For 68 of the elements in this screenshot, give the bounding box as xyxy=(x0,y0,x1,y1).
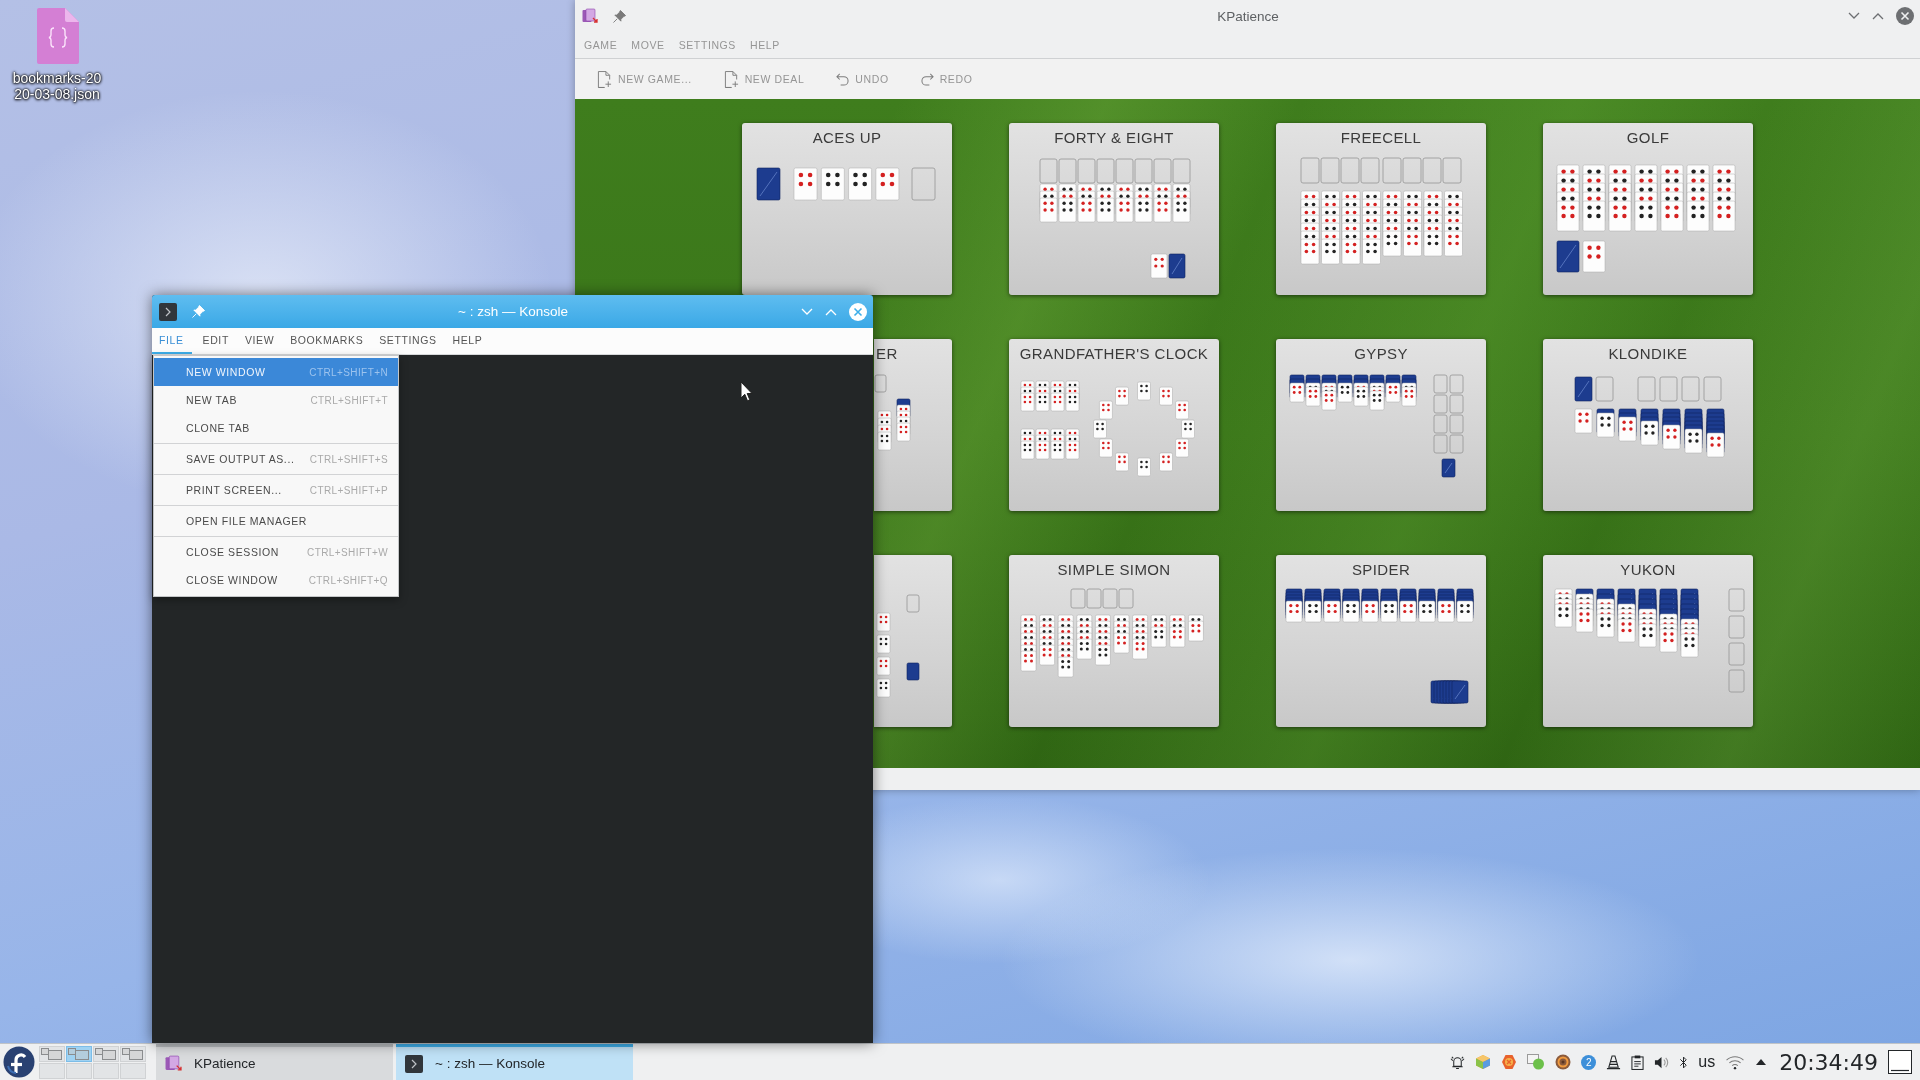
pin-icon[interactable] xyxy=(613,9,626,23)
keyboard-shortcut: CTRL+SHIFT+S xyxy=(309,453,388,465)
game-tile[interactable]: GRANDFATHER'S CLOCK xyxy=(1009,339,1219,511)
game-tile[interactable]: FREECELL xyxy=(1276,123,1486,295)
virtual-desktop[interactable] xyxy=(120,1045,146,1062)
menu-item[interactable]: VIEW xyxy=(236,328,283,354)
cards-app-icon[interactable] xyxy=(582,8,598,24)
menu-item[interactable]: NEW WINDOW CTRL+SHIFT+N xyxy=(154,358,398,386)
clock-time[interactable]: 20:34:49 xyxy=(1779,1049,1878,1075)
caret-up-icon[interactable] xyxy=(1755,1058,1768,1066)
menu-item[interactable]: PRINT SCREEN... CTRL+SHIFT+P xyxy=(154,476,398,504)
keyboard-layout[interactable]: us xyxy=(1698,1053,1716,1071)
new-document-icon xyxy=(723,70,739,88)
keyboard-shortcut: CTRL+SHIFT+T xyxy=(310,394,388,406)
bluetooth-icon[interactable] xyxy=(1679,1054,1689,1070)
hexagon-icon[interactable] xyxy=(1501,1054,1518,1070)
maximize-icon[interactable] xyxy=(1872,12,1884,20)
keyboard-shortcut: CTRL+SHIFT+P xyxy=(309,484,388,496)
virtual-desktop[interactable] xyxy=(66,1045,92,1062)
close-icon[interactable] xyxy=(849,302,867,321)
new-document-icon xyxy=(597,70,612,88)
redo-icon xyxy=(920,72,934,86)
close-icon[interactable] xyxy=(1896,7,1914,25)
cards-app-icon xyxy=(165,1055,182,1072)
menu-item[interactable]: SAVE OUTPUT AS... CTRL+SHIFT+S xyxy=(154,445,398,473)
menu-item[interactable]: OPEN FILE MANAGER xyxy=(154,507,398,535)
game-tile[interactable]: SPIDER xyxy=(1276,555,1486,727)
virtual-desktop[interactable] xyxy=(39,1045,65,1062)
window-title: ~ : zsh — Konsole xyxy=(458,304,568,319)
mouse-pointer-icon xyxy=(740,381,753,402)
menu-item[interactable]: NEW TAB CTRL+SHIFT+T xyxy=(154,386,398,414)
game-tile[interactable]: KLONDIKE xyxy=(1543,339,1753,511)
taskbar-task[interactable]: ~ : zsh — Konsole xyxy=(396,1044,633,1080)
traffic-cone-icon[interactable] xyxy=(1606,1054,1622,1070)
game-tile[interactable]: GOLF xyxy=(1543,123,1753,295)
terminal-icon xyxy=(405,1054,423,1073)
keyboard-shortcut: CTRL+SHIFT+Q xyxy=(308,574,388,586)
keyboard-shortcut: CTRL+SHIFT+W xyxy=(307,546,388,558)
launcher-logo-icon[interactable] xyxy=(3,1046,35,1078)
game-tile[interactable]: FORTY & EIGHT xyxy=(1009,123,1219,295)
game-tile[interactable]: GYPSY xyxy=(1276,339,1486,511)
game-tile[interactable]: ACES UP xyxy=(742,123,952,295)
show-desktop-icon[interactable] xyxy=(1888,1050,1912,1074)
bell-icon[interactable] xyxy=(1450,1054,1466,1070)
menu-item[interactable]: EDIT xyxy=(194,328,237,354)
package-icon[interactable] xyxy=(1475,1054,1492,1070)
keyboard-shortcut: CTRL+SHIFT+N xyxy=(309,366,388,378)
menu-item[interactable]: CLOSE WINDOW CTRL+SHIFT+Q xyxy=(154,566,398,594)
wifi-icon[interactable] xyxy=(1725,1054,1746,1070)
minimize-icon[interactable] xyxy=(1848,12,1860,20)
terminal-icon[interactable] xyxy=(159,302,177,321)
speaker-icon[interactable] xyxy=(1654,1054,1670,1070)
disc-icon[interactable] xyxy=(1555,1054,1572,1070)
game-tile[interactable]: ER xyxy=(874,339,952,511)
taskbar-task[interactable]: KPatience xyxy=(156,1044,393,1080)
undo-icon xyxy=(836,72,850,86)
game-tile[interactable]: SIMPLE SIMON xyxy=(1009,555,1219,727)
game-tile[interactable]: YUKON xyxy=(1543,555,1753,727)
virtual-desktop[interactable] xyxy=(93,1045,119,1062)
status-dot-icon[interactable] xyxy=(1527,1054,1546,1070)
game-tile[interactable] xyxy=(874,555,952,727)
menu-item[interactable]: SETTINGS xyxy=(371,328,445,354)
menu-item[interactable]: CLOSE SESSION CTRL+SHIFT+W xyxy=(154,538,398,566)
window-title: KPatience xyxy=(1217,8,1279,24)
menu-item[interactable]: CLONE TAB xyxy=(154,414,398,442)
menu-item[interactable]: BOOKMARKS xyxy=(282,328,372,354)
menu-item[interactable]: HELP xyxy=(444,328,491,354)
clipboard-icon[interactable] xyxy=(1631,1054,1645,1070)
